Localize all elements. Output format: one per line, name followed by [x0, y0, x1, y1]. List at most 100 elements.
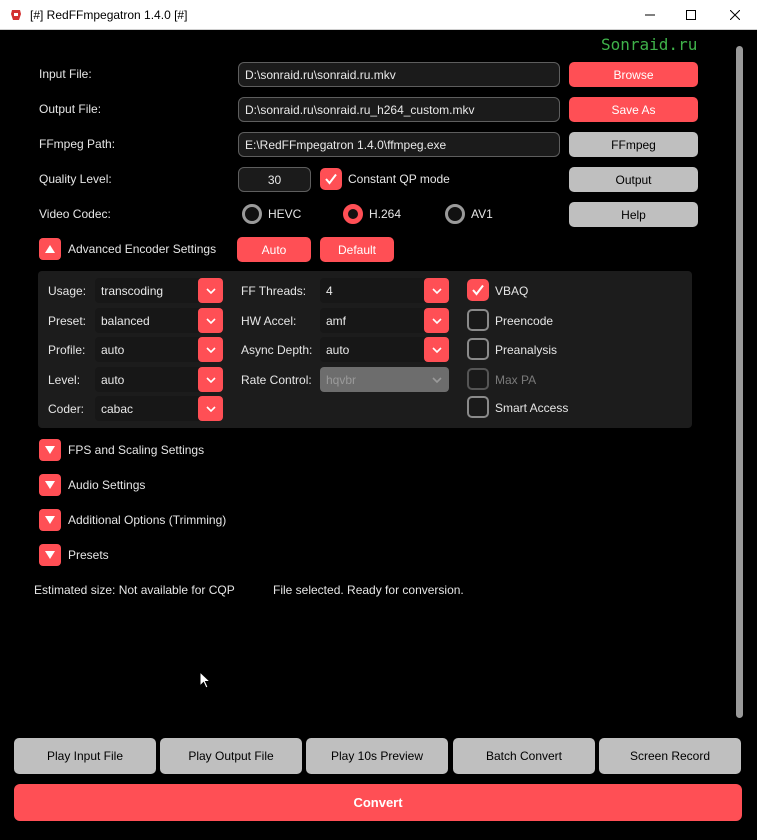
maximize-icon	[686, 10, 696, 20]
preset-value: balanced	[101, 313, 150, 328]
output-file-label: Output File:	[39, 102, 102, 116]
vertical-scrollbar[interactable]	[736, 46, 743, 718]
rate-control-value: hqvbr	[326, 372, 357, 387]
presets-title: Presets	[68, 548, 109, 562]
vbaq-label: VBAQ	[495, 284, 529, 298]
additional-options-title: Additional Options (Trimming)	[68, 513, 227, 527]
auto-button[interactable]: Auto	[237, 237, 311, 262]
cqp-label: Constant QP mode	[348, 172, 450, 186]
ff-threads-label: FF Threads:	[241, 284, 307, 298]
estimated-size-text: Estimated size: Not available for CQP	[34, 583, 235, 597]
output-button[interactable]: Output	[569, 167, 698, 192]
level-label: Level:	[48, 373, 81, 387]
hw-accel-select[interactable]: amf	[320, 308, 449, 333]
radio-hevc[interactable]	[242, 204, 262, 224]
video-codec-label: Video Codec:	[39, 207, 111, 221]
rate-control-select[interactable]: hqvbr	[320, 367, 449, 392]
preanalysis-label: Preanalysis	[495, 343, 558, 357]
preset-select[interactable]: balanced	[95, 308, 223, 333]
usage-label: Usage:	[48, 284, 87, 298]
status-message: File selected. Ready for conversion.	[273, 583, 464, 597]
chevron-down-icon	[45, 481, 55, 489]
play-output-button[interactable]: Play Output File	[160, 738, 302, 774]
close-icon	[730, 10, 740, 20]
preset-label: Preset:	[48, 314, 87, 328]
quality-level-field[interactable]: 30	[238, 167, 311, 192]
close-button[interactable]	[712, 0, 757, 30]
coder-value: cabac	[101, 401, 134, 416]
presets-toggle[interactable]	[39, 544, 61, 566]
advanced-toggle[interactable]	[39, 238, 61, 260]
usage-value: transcoding	[101, 283, 164, 298]
checkmark-icon	[472, 284, 484, 296]
help-button[interactable]: Help	[569, 202, 698, 227]
watermark: Sonraid.ru	[601, 35, 698, 54]
mouse-cursor-icon	[199, 671, 211, 689]
chevron-down-icon	[198, 308, 223, 333]
fps-toggle[interactable]	[39, 439, 61, 461]
preencode-checkbox[interactable]	[467, 309, 489, 331]
rate-control-label: Rate Control:	[241, 373, 312, 387]
browse-button[interactable]: Browse	[569, 62, 698, 87]
audio-settings-title: Audio Settings	[68, 478, 146, 492]
preencode-label: Preencode	[495, 314, 554, 328]
chevron-down-icon	[198, 396, 223, 421]
async-depth-label: Async Depth:	[241, 343, 313, 357]
hw-accel-label: HW Accel:	[241, 314, 297, 328]
max-pa-label: Max PA	[495, 373, 537, 387]
hw-accel-value: amf	[326, 313, 347, 328]
chevron-down-icon	[198, 337, 223, 362]
audio-toggle[interactable]	[39, 474, 61, 496]
minimize-button[interactable]	[627, 0, 673, 30]
radio-h264-label: H.264	[369, 207, 402, 221]
vbaq-checkbox[interactable]	[467, 279, 489, 301]
cqp-checkbox[interactable]	[320, 168, 342, 190]
convert-button[interactable]: Convert	[14, 784, 742, 821]
profile-select[interactable]: auto	[95, 337, 223, 362]
title-bar: [#] RedFFmpegatron 1.4.0 [#]	[0, 0, 757, 30]
chevron-up-icon	[45, 245, 55, 253]
maximize-button[interactable]	[668, 0, 714, 30]
radio-h264[interactable]	[343, 204, 363, 224]
level-select[interactable]: auto	[95, 367, 223, 392]
profile-value: auto	[101, 342, 125, 357]
async-depth-value: auto	[326, 342, 350, 357]
coder-label: Coder:	[48, 402, 85, 416]
ffmpeg-path-label: FFmpeg Path:	[39, 137, 116, 151]
smart-access-checkbox[interactable]	[467, 396, 489, 418]
chevron-down-icon	[45, 551, 55, 559]
async-depth-select[interactable]: auto	[320, 337, 449, 362]
coder-select[interactable]: cabac	[95, 396, 223, 421]
usage-select[interactable]: transcoding	[95, 278, 223, 303]
max-pa-checkbox[interactable]	[467, 368, 489, 390]
fps-scaling-title: FPS and Scaling Settings	[68, 443, 205, 457]
ff-threads-value: 4	[326, 283, 333, 298]
additional-toggle[interactable]	[39, 509, 61, 531]
quality-level-label: Quality Level:	[39, 172, 112, 186]
chevron-down-icon	[424, 278, 449, 303]
chevron-down-icon	[424, 308, 449, 333]
chevron-down-icon	[198, 278, 223, 303]
batch-convert-button[interactable]: Batch Convert	[453, 738, 595, 774]
chevron-down-icon	[45, 446, 55, 454]
radio-av1-label: AV1	[471, 207, 493, 221]
checkmark-icon	[325, 173, 337, 185]
output-file-field[interactable]: D:\sonraid.ru\sonraid.ru_h264_custom.mkv	[238, 97, 560, 122]
preanalysis-checkbox[interactable]	[467, 338, 489, 360]
app-icon	[11, 9, 21, 20]
play-preview-button[interactable]: Play 10s Preview	[306, 738, 448, 774]
ffmpeg-path-field[interactable]: E:\RedFFmpegatron 1.4.0\ffmpeg.exe	[238, 132, 560, 157]
screen-record-button[interactable]: Screen Record	[599, 738, 741, 774]
ff-threads-select[interactable]: 4	[320, 278, 449, 303]
input-file-label: Input File:	[39, 67, 92, 81]
save-as-button[interactable]: Save As	[569, 97, 698, 122]
radio-av1[interactable]	[445, 204, 465, 224]
profile-label: Profile:	[48, 343, 86, 357]
ffmpeg-button[interactable]: FFmpeg	[569, 132, 698, 157]
chevron-down-icon	[424, 367, 449, 392]
input-file-field[interactable]: D:\sonraid.ru\sonraid.ru.mkv	[238, 62, 560, 87]
default-button[interactable]: Default	[320, 237, 394, 262]
radio-hevc-label: HEVC	[268, 207, 302, 221]
chevron-down-icon	[45, 516, 55, 524]
play-input-button[interactable]: Play Input File	[14, 738, 156, 774]
